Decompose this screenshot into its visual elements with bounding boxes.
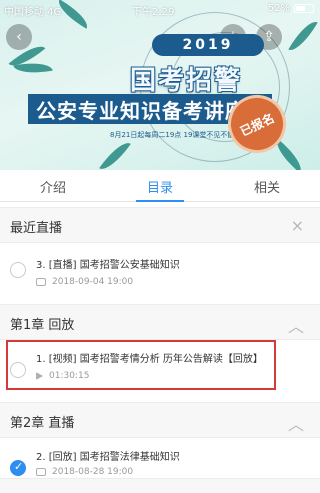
- list-item[interactable]: 3. [直播] 国考招警公安基础知识 2018-09-04 19:00: [0, 244, 320, 304]
- tab-related[interactable]: 相关: [214, 170, 320, 202]
- banner-title: 国考招警: [130, 66, 243, 96]
- close-icon[interactable]: ×: [291, 216, 304, 235]
- lesson-meta: 2018-09-04 19:00: [36, 277, 133, 287]
- back-button[interactable]: ‹: [6, 24, 32, 50]
- lesson-title: 2. [回放] 国考招警法律基础知识: [36, 452, 180, 463]
- banner-year-badge: 2019: [152, 34, 264, 56]
- chevron-left-icon: ‹: [16, 29, 22, 45]
- leaf-decoration: [288, 16, 318, 56]
- video-icon: [36, 468, 46, 476]
- bottom-strip: [0, 478, 320, 493]
- battery-percent: 52%: [267, 3, 290, 14]
- section-title: 最近直播: [10, 221, 63, 236]
- carrier-label: 中国移动 4G: [4, 7, 62, 18]
- list-item[interactable]: 2. [回放] 国考招警法律基础知识 2018-08-28 19:00: [0, 438, 320, 480]
- radio-button[interactable]: [10, 262, 26, 278]
- lesson-meta: 2018-08-28 19:00: [36, 467, 133, 477]
- section-header-chapter1[interactable]: 第1章 回放 ︿: [0, 304, 320, 340]
- lesson-title: 3. [直播] 国考招警公安基础知识: [36, 260, 180, 271]
- radio-button-checked[interactable]: [10, 460, 26, 476]
- lesson-datetime: 2018-08-28 19:00: [52, 467, 134, 477]
- chevron-up-icon[interactable]: ︿: [288, 313, 304, 337]
- lesson-datetime: 2018-09-04 19:00: [52, 277, 134, 287]
- banner-date-text: 8月21日起每周二19点 19课堂不见不散: [110, 131, 235, 139]
- share-icon: ⇪: [263, 29, 275, 45]
- chevron-up-icon[interactable]: ︿: [288, 411, 304, 435]
- video-icon: [36, 278, 46, 286]
- tab-bar: 介绍 目录 相关: [0, 170, 320, 202]
- tab-catalog[interactable]: 目录: [107, 170, 213, 202]
- section-header-chapter2[interactable]: 第2章 直播 ︿: [0, 402, 320, 438]
- section-header-recent: 最近直播 ×: [0, 207, 320, 243]
- battery-icon: [294, 4, 314, 13]
- section-title: 第2章 直播: [10, 416, 75, 431]
- status-right: 52%: [268, 3, 314, 14]
- clock: 下午2:29: [132, 7, 175, 18]
- active-tab-indicator: [136, 200, 184, 202]
- selection-highlight-box: [6, 340, 276, 390]
- tab-intro[interactable]: 介绍: [0, 170, 106, 202]
- course-banner: 中国移动 4G 下午2:29 52% ‹ ☆ ⇪ 2019 国考招警 公安专业知…: [0, 0, 320, 170]
- leaf-decoration: [99, 136, 131, 170]
- section-title: 第1章 回放: [10, 318, 75, 333]
- status-bar: 中国移动 4G 下午2:29 52%: [0, 0, 320, 18]
